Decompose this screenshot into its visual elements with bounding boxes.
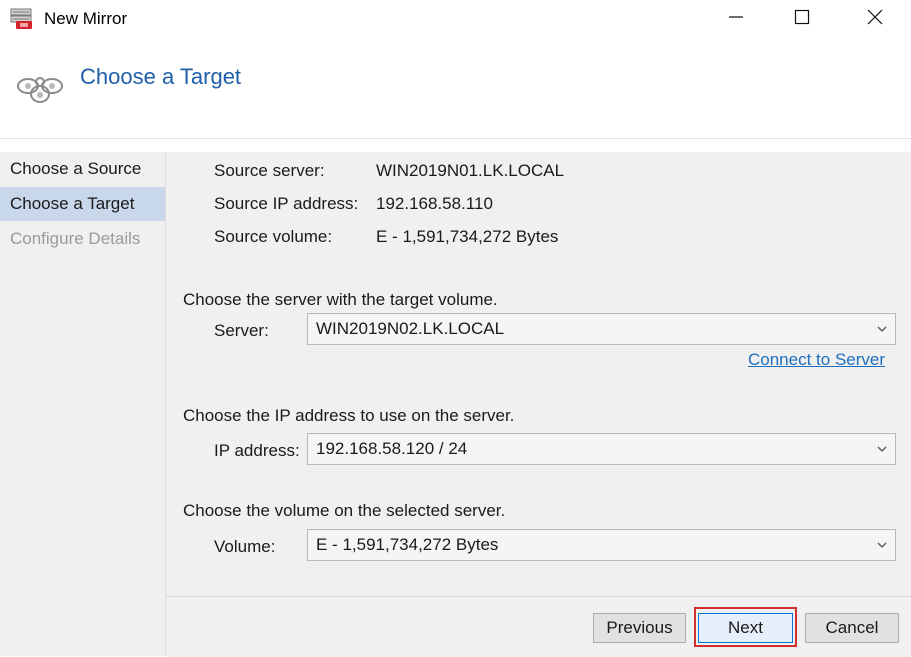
server-label: Server: [214,321,269,340]
mirror-app-icon [10,8,34,30]
volume-section-heading: Choose the volume on the selected server… [183,501,506,520]
ip-address-label: IP address: [214,441,300,460]
step-configure-details: Configure Details [10,229,141,248]
source-server-label: Source server: [214,161,325,180]
server-dropdown-value: WIN2019N02.LK.LOCAL [316,319,505,338]
ip-address-dropdown[interactable]: 192.168.58.120 / 24 [307,433,896,465]
source-server-value: WIN2019N01.LK.LOCAL [376,161,565,180]
source-ip-label: Source IP address: [214,194,359,213]
connect-to-server-link[interactable]: Connect to Server [748,350,885,370]
close-icon [867,9,883,30]
chevron-down-icon [877,530,887,560]
source-volume-label: Source volume: [214,227,333,246]
chevron-down-icon [877,434,887,464]
minimize-icon [728,9,744,30]
volume-dropdown[interactable]: E - 1,591,734,272 Bytes [307,529,896,561]
chevron-down-icon [877,314,887,344]
source-ip-value: 192.168.58.110 [376,194,493,213]
wizard-footer: Previous Next Cancel [166,596,911,657]
wizard-header: Choose a Target [0,38,911,139]
next-button[interactable]: Next [698,613,793,643]
wizard-content: Source server: WIN2019N01.LK.LOCAL Sourc… [166,152,911,596]
window-title: New Mirror [44,9,128,28]
server-section-heading: Choose the server with the target volume… [183,290,498,309]
previous-button[interactable]: Previous [593,613,686,643]
step-choose-target[interactable]: Choose a Target [0,187,165,221]
page-title: Choose a Target [80,64,242,89]
title-bar: New Mirror [0,0,911,38]
wizard-steps-sidebar: Choose a Source Choose a Target Configur… [0,152,166,656]
mirror-wizard-icon [14,68,66,108]
minimize-button[interactable] [714,0,758,38]
cancel-button[interactable]: Cancel [805,613,899,643]
server-dropdown[interactable]: WIN2019N02.LK.LOCAL [307,313,896,345]
maximize-icon [794,9,810,30]
step-choose-source[interactable]: Choose a Source [0,152,165,186]
ip-section-heading: Choose the IP address to use on the serv… [183,406,515,425]
source-volume-value: E - 1,591,734,272 Bytes [376,227,559,246]
maximize-button[interactable] [780,0,824,38]
volume-label: Volume: [214,537,276,556]
ip-address-dropdown-value: 192.168.58.120 / 24 [316,439,468,458]
volume-dropdown-value: E - 1,591,734,272 Bytes [316,535,499,554]
close-button[interactable] [853,0,897,38]
